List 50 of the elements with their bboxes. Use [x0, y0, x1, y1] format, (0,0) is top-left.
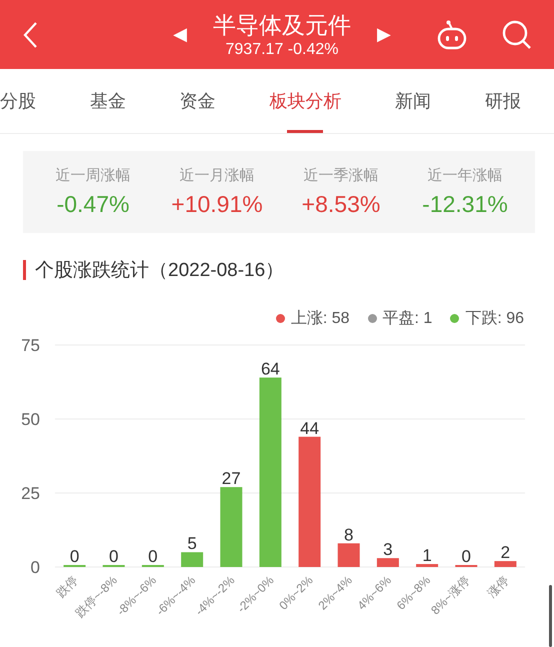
- return-label: 近一周涨幅: [56, 166, 130, 185]
- return-value: -12.31%: [422, 191, 508, 218]
- legend-label: 下跌: 96: [465, 309, 524, 329]
- tab[interactable]: 新闻: [395, 69, 432, 133]
- legend-label: 上涨: 58: [290, 308, 350, 329]
- axis-label: 25: [21, 484, 40, 503]
- next-button[interactable]: ▶: [377, 24, 391, 45]
- previous-button[interactable]: ◀: [173, 24, 187, 45]
- section-marker: [23, 260, 26, 280]
- bar: [338, 543, 360, 567]
- value-label: 5: [187, 534, 197, 554]
- bar: [181, 552, 204, 567]
- bar: [376, 558, 399, 567]
- axis-label: 50: [21, 410, 40, 429]
- section-title: 个股涨跌统计（2022-08-16）: [35, 259, 284, 283]
- scrollbar: [549, 585, 552, 647]
- return-label: 近一季涨幅: [304, 166, 378, 185]
- axis-label: 涨停: [484, 573, 512, 600]
- bar: [494, 561, 516, 567]
- back-icon[interactable]: [22, 20, 38, 48]
- value-label: 44: [300, 418, 320, 438]
- value-label: 2: [500, 543, 510, 562]
- tab[interactable]: 板块分析: [269, 69, 342, 133]
- tab[interactable]: 研报: [484, 69, 521, 133]
- value-label: 27: [222, 469, 241, 488]
- value-label: 64: [260, 360, 280, 379]
- value-label: 3: [383, 540, 393, 560]
- value-label: 8: [344, 525, 354, 544]
- index-quote: 7937.17 -0.42%: [226, 40, 338, 60]
- legend-label: 平盘: 1: [382, 309, 432, 329]
- return-value: +10.91%: [171, 191, 263, 218]
- tab[interactable]: 资金: [180, 69, 216, 133]
- axis-label: 75: [21, 336, 40, 355]
- value-label: 1: [422, 546, 432, 566]
- axis-label: 0: [30, 558, 40, 577]
- return-label: 近一月涨幅: [180, 166, 254, 185]
- axis-label: 跌停: [54, 573, 81, 600]
- tab[interactable]: 分股: [0, 69, 36, 133]
- index-title: 半导体及元件: [213, 10, 351, 40]
- value-label: 0: [148, 547, 158, 566]
- search-icon[interactable]: [502, 20, 532, 50]
- value-label: 0: [109, 547, 118, 566]
- tab[interactable]: 基金: [90, 69, 126, 133]
- robot-icon[interactable]: [436, 20, 468, 50]
- return-label: 近一年涨幅: [428, 166, 502, 185]
- value-label: 0: [70, 547, 80, 566]
- return-value: -0.47%: [56, 191, 130, 218]
- return-value: +8.53%: [302, 191, 380, 218]
- value-label: 0: [462, 547, 471, 566]
- bar: [416, 564, 438, 567]
